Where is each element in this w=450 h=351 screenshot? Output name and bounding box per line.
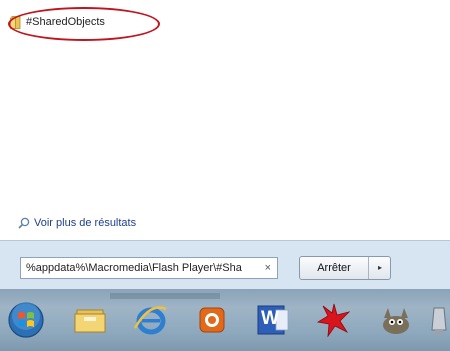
magnifier-icon bbox=[18, 217, 30, 229]
internet-explorer-icon[interactable] bbox=[130, 300, 170, 340]
media-player-icon[interactable] bbox=[192, 300, 232, 340]
shutdown-options-arrow-icon[interactable]: ▸ bbox=[369, 257, 391, 279]
see-more-label: Voir plus de résultats bbox=[34, 217, 137, 229]
search-input[interactable]: %appdata%\Macromedia\Flash Player\#Sha × bbox=[20, 257, 278, 279]
gimp-icon[interactable] bbox=[376, 300, 416, 340]
highlight-annotation-oval bbox=[8, 7, 160, 41]
word-icon[interactable]: W bbox=[252, 300, 292, 340]
shutdown-button-group: Arrêter ▸ bbox=[299, 256, 391, 280]
clear-search-icon[interactable]: × bbox=[265, 258, 271, 278]
file-explorer-icon[interactable] bbox=[70, 300, 110, 340]
shutdown-button[interactable]: Arrêter bbox=[300, 257, 369, 279]
red-star-app-icon[interactable] bbox=[314, 300, 354, 340]
word-letter: W bbox=[261, 308, 279, 329]
partial-app-icon[interactable] bbox=[428, 300, 450, 340]
taskbar-hover-shadow bbox=[110, 293, 220, 299]
search-input-value: %appdata%\Macromedia\Flash Player\#Sha bbox=[26, 262, 242, 274]
windows-start-orb-icon[interactable] bbox=[6, 300, 46, 340]
